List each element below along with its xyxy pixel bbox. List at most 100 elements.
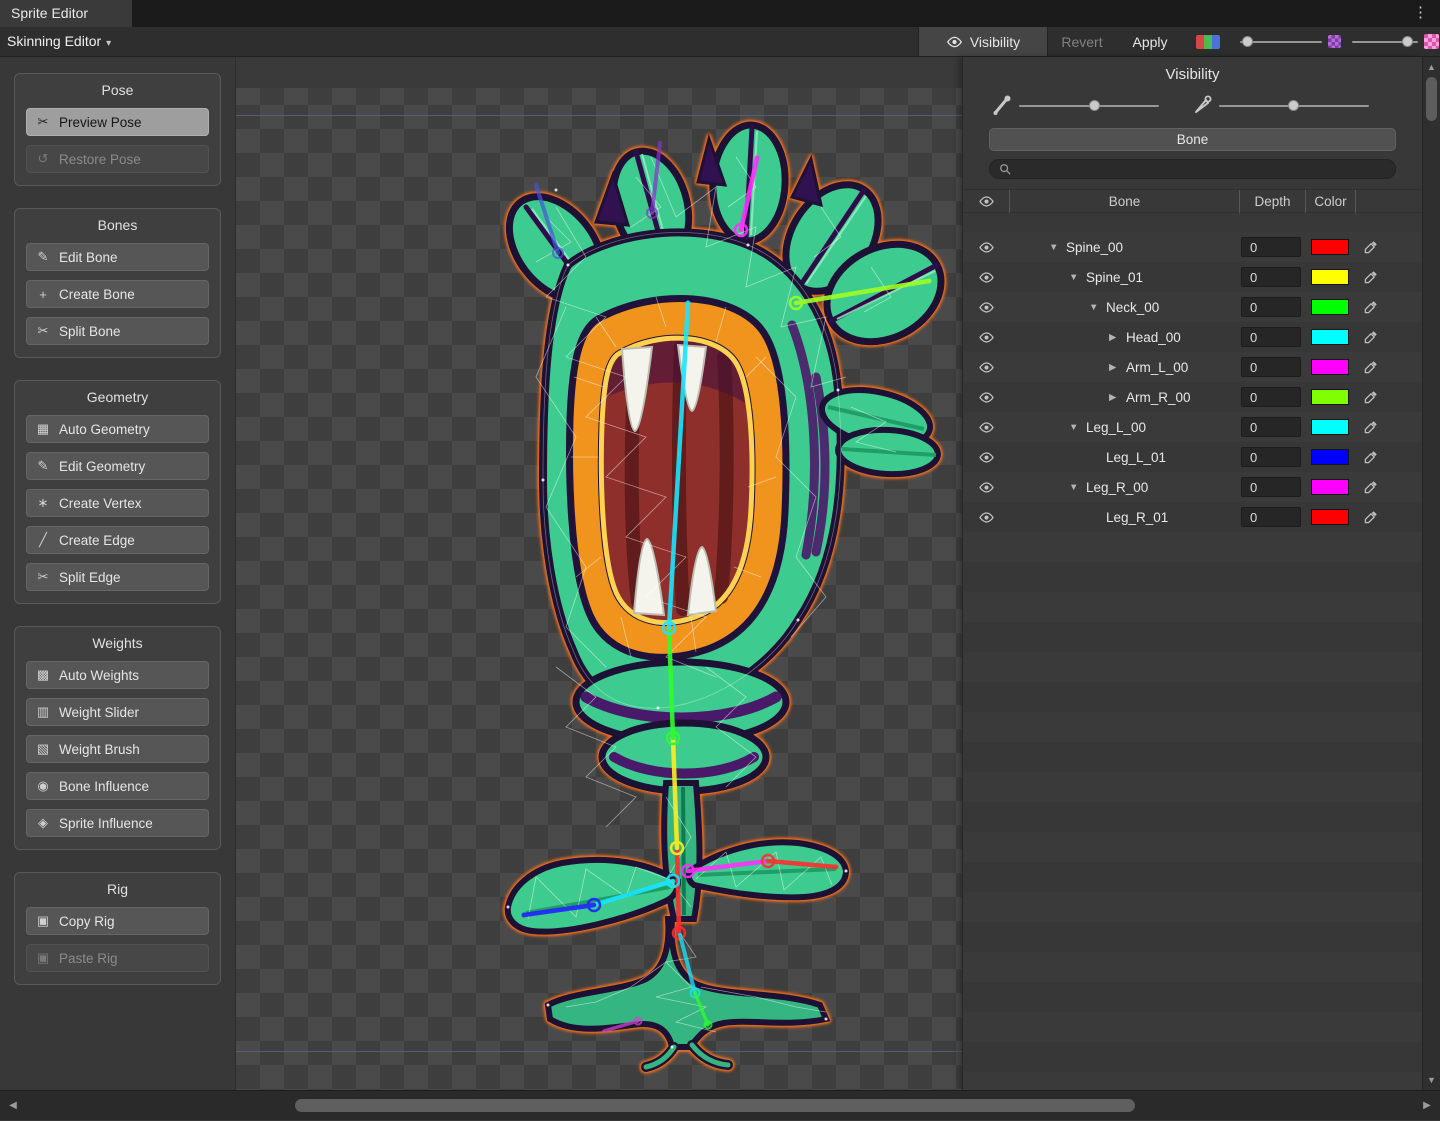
- color-swatch-icon[interactable]: [1328, 35, 1341, 48]
- bone-color-picker[interactable]: [1355, 390, 1422, 404]
- foldout-closed-icon[interactable]: ▶: [1109, 392, 1126, 403]
- visibility-eye-toggle[interactable]: [963, 302, 1009, 313]
- visibility-eye-toggle[interactable]: [963, 392, 1009, 403]
- foldout-open-icon[interactable]: ▼: [1069, 422, 1086, 433]
- bone-name[interactable]: Leg_R_00: [1086, 480, 1148, 495]
- create-edge-button[interactable]: ╱Create Edge: [26, 526, 209, 554]
- depth-field[interactable]: 0: [1241, 327, 1301, 347]
- bone-color-picker[interactable]: [1355, 270, 1422, 284]
- depth-field[interactable]: 0: [1241, 507, 1301, 527]
- mesh-opacity-slider-handle[interactable]: [1288, 100, 1299, 111]
- sprite-editor-tab[interactable]: Sprite Editor: [0, 0, 132, 27]
- bone-color-swatch[interactable]: [1311, 359, 1349, 375]
- apply-button[interactable]: Apply: [1120, 27, 1180, 56]
- vertical-scroll-thumb[interactable]: [1426, 77, 1437, 121]
- bone-opacity-slider-handle[interactable]: [1089, 100, 1100, 111]
- bone-color-swatch[interactable]: [1311, 239, 1349, 255]
- depth-field[interactable]: 0: [1241, 357, 1301, 377]
- alpha-slider[interactable]: [1240, 41, 1322, 43]
- auto-geometry-button[interactable]: ▦Auto Geometry: [26, 415, 209, 443]
- foldout-open-icon[interactable]: ▼: [1069, 272, 1086, 283]
- column-header-bone[interactable]: Bone: [1009, 190, 1239, 213]
- bone-color-picker[interactable]: [1355, 330, 1422, 344]
- bone-color-picker[interactable]: [1355, 240, 1422, 254]
- bone-color-swatch[interactable]: [1311, 419, 1349, 435]
- bone-color-picker[interactable]: [1355, 510, 1422, 524]
- revert-button[interactable]: Revert: [1050, 27, 1114, 56]
- foldout-open-icon[interactable]: ▼: [1049, 242, 1066, 253]
- visibility-eye-toggle[interactable]: [963, 272, 1009, 283]
- bone-color-picker[interactable]: [1355, 450, 1422, 464]
- visibility-eye-toggle[interactable]: [963, 242, 1009, 253]
- texture-preview-icon[interactable]: [1424, 34, 1439, 49]
- bone-color-picker[interactable]: [1355, 420, 1422, 434]
- bone-name[interactable]: Leg_L_00: [1086, 420, 1146, 435]
- bone-influence-button[interactable]: ◉Bone Influence: [26, 772, 209, 800]
- weight-brush-button[interactable]: ▧Weight Brush: [26, 735, 209, 763]
- sprite-influence-button[interactable]: ◈Sprite Influence: [26, 809, 209, 837]
- bone-tab-button[interactable]: Bone: [989, 128, 1396, 151]
- foldout-open-icon[interactable]: ▼: [1069, 482, 1086, 493]
- foldout-closed-icon[interactable]: ▶: [1109, 362, 1126, 373]
- bone-search-input[interactable]: [1017, 161, 1386, 177]
- sprite-canvas[interactable]: [235, 57, 962, 1090]
- mode-dropdown[interactable]: Skinning Editor▾: [7, 27, 111, 57]
- bone-name[interactable]: Leg_L_01: [1106, 450, 1166, 465]
- bone-color-picker[interactable]: [1355, 480, 1422, 494]
- visibility-eye-toggle[interactable]: [963, 332, 1009, 343]
- foldout-open-icon[interactable]: ▼: [1089, 302, 1106, 313]
- scroll-up-arrow[interactable]: ▲: [1423, 59, 1440, 75]
- auto-weights-button[interactable]: ▩Auto Weights: [26, 661, 209, 689]
- foldout-closed-icon[interactable]: ▶: [1109, 332, 1126, 343]
- search-box[interactable]: [989, 159, 1396, 179]
- depth-field[interactable]: 0: [1241, 417, 1301, 437]
- mip-slider[interactable]: [1352, 41, 1418, 43]
- visibility-toggle-button[interactable]: Visibility: [918, 27, 1048, 56]
- bone-opacity-slider[interactable]: [1019, 105, 1159, 107]
- mesh-opacity-slider[interactable]: [1219, 105, 1369, 107]
- edit-geometry-button[interactable]: ✎Edit Geometry: [26, 452, 209, 480]
- create-bone-button[interactable]: +Create Bone: [26, 280, 209, 308]
- depth-field[interactable]: 0: [1241, 297, 1301, 317]
- bone-name[interactable]: Spine_01: [1086, 270, 1143, 285]
- bone-color-swatch[interactable]: [1311, 449, 1349, 465]
- horizontal-scroll-thumb[interactable]: [295, 1099, 1135, 1112]
- kebab-menu-icon[interactable]: ⋮: [1413, 0, 1428, 27]
- scroll-left-arrow[interactable]: ◀: [2, 1091, 24, 1121]
- depth-field[interactable]: 0: [1241, 387, 1301, 407]
- depth-field[interactable]: 0: [1241, 237, 1301, 257]
- alpha-slider-handle[interactable]: [1242, 36, 1253, 47]
- bone-color-swatch[interactable]: [1311, 389, 1349, 405]
- column-header-color[interactable]: Color: [1305, 190, 1355, 213]
- horizontal-scrollbar[interactable]: ◀ ▶: [0, 1090, 1440, 1120]
- scroll-down-arrow[interactable]: ▼: [1423, 1072, 1440, 1088]
- paste-rig-button[interactable]: ▣Paste Rig: [26, 944, 209, 972]
- depth-field[interactable]: 0: [1241, 267, 1301, 287]
- visibility-eye-toggle[interactable]: [963, 422, 1009, 433]
- bone-name[interactable]: Spine_00: [1066, 240, 1123, 255]
- scroll-right-arrow[interactable]: ▶: [1416, 1091, 1438, 1121]
- bone-color-swatch[interactable]: [1311, 479, 1349, 495]
- depth-field[interactable]: 0: [1241, 477, 1301, 497]
- preview-pose-button[interactable]: ✂Preview Pose: [26, 108, 209, 136]
- bone-color-picker[interactable]: [1355, 300, 1422, 314]
- bone-name[interactable]: Arm_R_00: [1126, 390, 1191, 405]
- bone-color-swatch[interactable]: [1311, 509, 1349, 525]
- mip-slider-handle[interactable]: [1402, 36, 1413, 47]
- bone-name[interactable]: Arm_L_00: [1126, 360, 1188, 375]
- create-vertex-button[interactable]: ∗Create Vertex: [26, 489, 209, 517]
- copy-rig-button[interactable]: ▣Copy Rig: [26, 907, 209, 935]
- bone-name[interactable]: Head_00: [1126, 330, 1181, 345]
- bone-name[interactable]: Neck_00: [1106, 300, 1159, 315]
- bone-color-swatch[interactable]: [1311, 269, 1349, 285]
- visibility-eye-toggle[interactable]: [963, 512, 1009, 523]
- bone-name[interactable]: Leg_R_01: [1106, 510, 1168, 525]
- split-bone-button[interactable]: ✂Split Bone: [26, 317, 209, 345]
- edit-bone-button[interactable]: ✎Edit Bone: [26, 243, 209, 271]
- depth-field[interactable]: 0: [1241, 447, 1301, 467]
- bone-color-swatch[interactable]: [1311, 299, 1349, 315]
- bone-color-swatch[interactable]: [1311, 329, 1349, 345]
- split-edge-button[interactable]: ✂Split Edge: [26, 563, 209, 591]
- visibility-eye-toggle[interactable]: [963, 362, 1009, 373]
- bone-color-picker[interactable]: [1355, 360, 1422, 374]
